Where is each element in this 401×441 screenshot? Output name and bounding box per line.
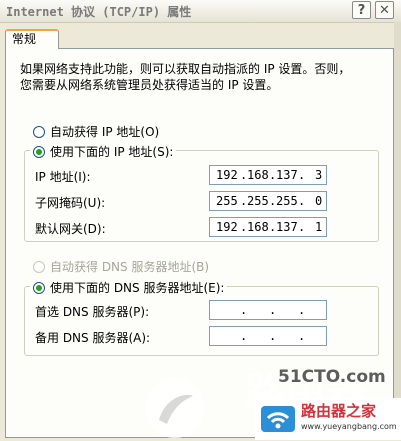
dns-manual-radio[interactable] [33,281,45,294]
help-button[interactable]: ? [352,1,371,19]
ip-auto-option[interactable]: 自动获得 IP 地址(O) [33,123,159,140]
brand-badge: 路由器之家 www.yueyangbang.com [255,398,401,440]
description-line-1: 如果网络支持此功能，则可以获取自动指派的 IP 设置。否则， [20,62,351,76]
dns-auto-label: 自动获得 DNS 服务器地址(B) [50,260,210,274]
alternate-dns-input[interactable]: . . . [209,326,327,346]
ip-address-label: IP 地址(I): [35,170,91,184]
tab-general[interactable]: 常规 [5,29,59,49]
ip-address-input[interactable]: 192 . 168 . 137 . 3 [209,165,327,185]
ip-manual-label: 使用下面的 IP 地址(S): [50,145,174,159]
dns-auto-option[interactable]: 自动获得 DNS 服务器地址(B) [33,258,209,275]
default-gateway-input[interactable]: 192 . 168 . 137 . 1 [209,217,327,237]
default-gateway-label: 默认网关(D): [35,222,106,236]
watermark-logo-icon [145,378,205,438]
close-button[interactable]: ✕ [375,1,394,19]
preferred-dns-label: 首选 DNS 服务器(P): [35,305,150,319]
ip-auto-radio[interactable] [33,125,45,138]
alternate-dns-label: 备用 DNS 服务器(A): [35,331,151,345]
dns-manual-option[interactable]: 使用下面的 DNS 服务器地址(E): [30,279,228,296]
ip-manual-radio[interactable] [33,145,45,158]
watermark-site-text: 51CTO.com [278,367,386,387]
ip-manual-option[interactable]: 使用下面的 IP 地址(S): [30,143,177,160]
subnet-mask-label: 子网掩码(U): [35,196,106,210]
ip-auto-label: 自动获得 IP 地址(O) [50,125,160,139]
brand-name: 路由器之家 [301,402,377,420]
window-edge [394,22,401,440]
brand-url: www.yueyangbang.com [301,422,397,431]
wifi-icon [261,406,295,432]
description-line-2: 您需要从网络系统管理员处获得适当的 IP 设置。 [20,78,279,92]
dns-auto-radio[interactable] [33,260,45,273]
subnet-mask-input[interactable]: 255 . 255 . 255 . 0 [209,191,327,211]
dns-manual-label: 使用下面的 DNS 服务器地址(E): [50,281,225,295]
window-title: Internet 协议 (TCP/IP) 属性 [6,5,192,19]
preferred-dns-input[interactable]: . . . [209,300,327,320]
title-bar: Internet 协议 (TCP/IP) 属性 ? ✕ [0,0,401,23]
description-text: 如果网络支持此功能，则可以获取自动指派的 IP 设置。否则， 您需要从网络系统管… [20,61,386,93]
